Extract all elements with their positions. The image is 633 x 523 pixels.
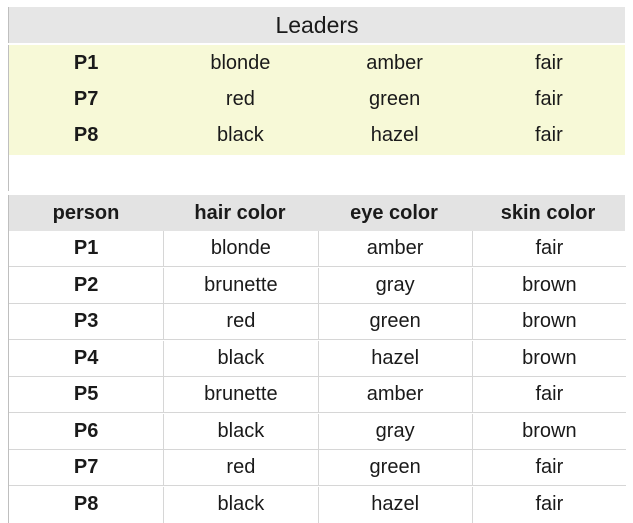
eye-cell[interactable]: green (317, 304, 472, 339)
leaders-row: P7 red green fair (9, 81, 626, 117)
skin-cell[interactable]: brown (471, 340, 626, 376)
table-row: P6 black gray brown (9, 413, 626, 450)
person-cell[interactable]: P5 (9, 377, 163, 412)
person-cell[interactable]: P6 (9, 414, 163, 449)
leaders-row: P1 blonde amber fair (9, 45, 626, 81)
table-row: P1 blonde amber fair (9, 231, 626, 267)
leader-person-cell[interactable]: P1 (9, 45, 163, 81)
leaders-row: P8 black hazel fair (9, 117, 626, 153)
eye-cell[interactable]: gray (317, 413, 472, 449)
leader-person-cell[interactable]: P7 (9, 81, 163, 117)
person-cell[interactable]: P2 (9, 268, 163, 303)
leader-eye-cell[interactable]: amber (318, 45, 472, 81)
leader-eye-cell[interactable]: hazel (318, 117, 472, 153)
hair-cell[interactable]: black (163, 486, 317, 523)
hair-cell[interactable]: red (163, 304, 317, 339)
header-person[interactable]: person (9, 195, 163, 231)
table-body: P1 blonde amber fair P2 brunette gray br… (8, 231, 626, 523)
table-row: P5 brunette amber fair (9, 377, 626, 413)
table-row: P2 brunette gray brown (9, 267, 626, 304)
skin-cell[interactable]: fair (471, 231, 626, 266)
person-cell[interactable]: P8 (9, 487, 163, 523)
eye-cell[interactable]: hazel (317, 340, 472, 376)
leader-skin-cell[interactable]: fair (472, 117, 626, 153)
header-skin-color[interactable]: skin color (471, 195, 625, 231)
leader-hair-cell[interactable]: blonde (163, 45, 317, 81)
skin-cell[interactable]: brown (471, 267, 626, 303)
eye-cell[interactable]: gray (317, 267, 472, 303)
leader-person-cell[interactable]: P8 (9, 117, 163, 153)
header-hair-color[interactable]: hair color (163, 195, 317, 231)
leader-skin-cell[interactable]: fair (472, 45, 626, 81)
hair-cell[interactable]: black (163, 413, 317, 449)
skin-cell[interactable]: fair (471, 486, 626, 523)
leaders-title[interactable]: Leaders (8, 7, 625, 43)
skin-cell[interactable]: fair (471, 450, 626, 485)
hair-cell[interactable]: brunette (163, 267, 317, 303)
hair-cell[interactable]: brunette (163, 377, 317, 412)
eye-cell[interactable]: amber (317, 377, 472, 412)
table-header-row: person hair color eye color skin color (8, 195, 625, 231)
table-row: P8 black hazel fair (9, 486, 626, 523)
skin-cell[interactable]: fair (471, 377, 626, 412)
leader-hair-cell[interactable]: red (163, 81, 317, 117)
table-row: P7 red green fair (9, 450, 626, 486)
header-eye-color[interactable]: eye color (317, 195, 471, 231)
leader-skin-cell[interactable]: fair (472, 81, 626, 117)
spreadsheet: Leaders P1 blonde amber fair P7 red gree… (8, 7, 626, 523)
person-cell[interactable]: P1 (9, 231, 163, 266)
leaders-block: P1 blonde amber fair P7 red green fair P… (8, 45, 625, 155)
eye-cell[interactable]: amber (317, 231, 472, 266)
hair-cell[interactable]: red (163, 450, 317, 485)
person-cell[interactable]: P3 (9, 304, 163, 339)
empty-row[interactable] (8, 155, 625, 191)
skin-cell[interactable]: brown (471, 304, 626, 339)
person-cell[interactable]: P4 (9, 341, 163, 376)
skin-cell[interactable]: brown (471, 413, 626, 449)
eye-cell[interactable]: green (317, 450, 472, 485)
leader-hair-cell[interactable]: black (163, 117, 317, 153)
hair-cell[interactable]: blonde (163, 231, 317, 266)
leader-eye-cell[interactable]: green (318, 81, 472, 117)
hair-cell[interactable]: black (163, 340, 317, 376)
person-cell[interactable]: P7 (9, 450, 163, 485)
table-row: P3 red green brown (9, 304, 626, 340)
eye-cell[interactable]: hazel (317, 486, 472, 523)
table-row: P4 black hazel brown (9, 340, 626, 377)
